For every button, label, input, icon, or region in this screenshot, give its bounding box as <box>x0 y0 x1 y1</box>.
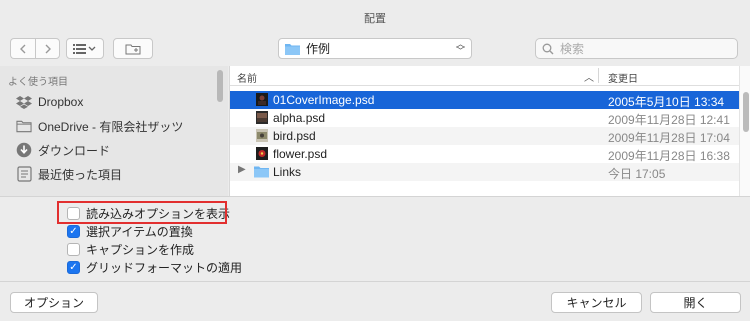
option-label: グリッドフォーマットの適用 <box>86 261 243 275</box>
recents-icon <box>16 166 32 182</box>
location-select[interactable]: 作例 ︿ ﹀ <box>278 38 472 59</box>
dropbox-icon <box>16 94 32 110</box>
folder-icon <box>254 166 269 178</box>
column-date-header[interactable]: 変更日 <box>608 70 638 85</box>
scrollbar-knob[interactable] <box>743 92 749 132</box>
checkmark-icon: ✓ <box>69 262 78 273</box>
footer: オプション キャンセル 開く <box>0 281 750 321</box>
file-row[interactable]: alpha.psd 2009年11月28日 12:41 <box>230 109 739 127</box>
back-button[interactable] <box>10 38 35 59</box>
psd-thumbnail-icon <box>256 129 268 142</box>
nav-buttons <box>10 38 60 59</box>
checkbox[interactable]: ✓ <box>67 261 80 274</box>
file-name: 01CoverImage.psd <box>273 93 375 107</box>
option-label: 選択アイテムの置換 <box>86 225 193 239</box>
file-name: Links <box>273 165 302 179</box>
toolbar: 作例 ︿ ﹀ 検索 <box>0 34 750 64</box>
file-row[interactable]: flower.psd 2009年11月28日 16:38 <box>230 145 739 163</box>
checkbox[interactable] <box>67 243 80 256</box>
sidebar-section-title: よく使う項目 <box>8 77 68 88</box>
file-date: 2009年11月28日 16:38 <box>608 149 730 163</box>
file-date: 2005年5月10日 13:34 <box>608 95 725 109</box>
options-button[interactable]: オプション <box>10 292 98 313</box>
column-header: 名前 ︿ 変更日 <box>230 66 739 86</box>
new-folder-icon <box>125 44 141 54</box>
psd-thumbnail-icon <box>256 147 268 160</box>
file-row[interactable]: bird.psd 2009年11月28日 17:04 <box>230 127 739 145</box>
psd-thumbnail-icon <box>256 93 268 106</box>
sidebar-item-dropbox[interactable]: Dropbox <box>16 92 83 112</box>
file-list: 名前 ︿ 変更日 01CoverImage.psd 2005年5月10日 13:… <box>229 66 750 196</box>
search-field[interactable]: 検索 <box>535 38 738 59</box>
forward-button[interactable] <box>35 38 60 59</box>
highlight-box <box>57 201 227 224</box>
list-view-icon <box>73 43 96 54</box>
option-replace-selected[interactable]: ✓ 選択アイテムの置換 <box>67 223 193 240</box>
chevron-left-icon <box>20 44 26 53</box>
folder-icon <box>285 43 300 55</box>
sidebar-item-downloads[interactable]: ダウンロード <box>16 140 110 160</box>
column-divider <box>598 68 599 83</box>
search-placeholder: 検索 <box>560 42 585 56</box>
file-date: 2009年11月28日 12:41 <box>608 113 730 127</box>
sidebar-item-label: 最近使った項目 <box>38 167 123 182</box>
file-date: 今日 17:05 <box>608 167 666 181</box>
open-button[interactable]: 開く <box>650 292 741 313</box>
new-folder-button[interactable] <box>113 38 153 59</box>
file-row[interactable]: 01CoverImage.psd 2005年5月10日 13:34 <box>230 91 739 109</box>
disclosure-triangle-icon[interactable]: ▶ <box>238 164 246 175</box>
cancel-button[interactable]: キャンセル <box>551 292 642 313</box>
option-apply-grid-format[interactable]: ✓ グリッドフォーマットの適用 <box>67 259 242 276</box>
file-date: 2009年11月28日 17:04 <box>608 131 730 145</box>
file-name: flower.psd <box>273 147 328 161</box>
psd-thumbnail-icon <box>256 111 268 124</box>
location-label: 作例 <box>306 42 331 56</box>
sidebar: よく使う項目 Dropbox OneDrive - 有限会社ザッツ ダウンロード… <box>0 66 228 196</box>
option-label: キャプションを作成 <box>86 243 195 257</box>
file-name: alpha.psd <box>273 111 326 125</box>
view-mode-button[interactable] <box>66 38 104 59</box>
chevron-right-icon <box>45 44 51 53</box>
sidebar-scrollbar[interactable] <box>217 70 223 102</box>
sidebar-item-label: ダウンロード <box>38 143 111 158</box>
file-row[interactable]: ▶ Links 今日 17:05 <box>230 163 739 181</box>
updown-chevron-icon: ︿ ﹀ <box>455 39 465 56</box>
download-icon <box>16 142 32 158</box>
search-icon <box>542 43 554 54</box>
option-create-caption[interactable]: キャプションを作成 <box>67 241 194 258</box>
folder-icon <box>16 118 32 134</box>
column-name-header[interactable]: 名前 <box>237 70 257 85</box>
checkbox[interactable]: ✓ <box>67 225 80 238</box>
sidebar-item-recents[interactable]: 最近使った項目 <box>16 164 122 184</box>
checkmark-icon: ✓ <box>69 226 78 237</box>
sidebar-item-label: OneDrive - 有限会社ザッツ <box>38 119 184 134</box>
file-name: bird.psd <box>273 129 316 143</box>
sidebar-item-label: Dropbox <box>38 95 84 109</box>
sort-ascending-icon: ︿ <box>584 73 594 84</box>
window-title: 配置 <box>364 13 386 25</box>
file-list-scrollbar[interactable] <box>739 66 750 196</box>
sidebar-item-onedrive[interactable]: OneDrive - 有限会社ザッツ <box>16 116 183 136</box>
